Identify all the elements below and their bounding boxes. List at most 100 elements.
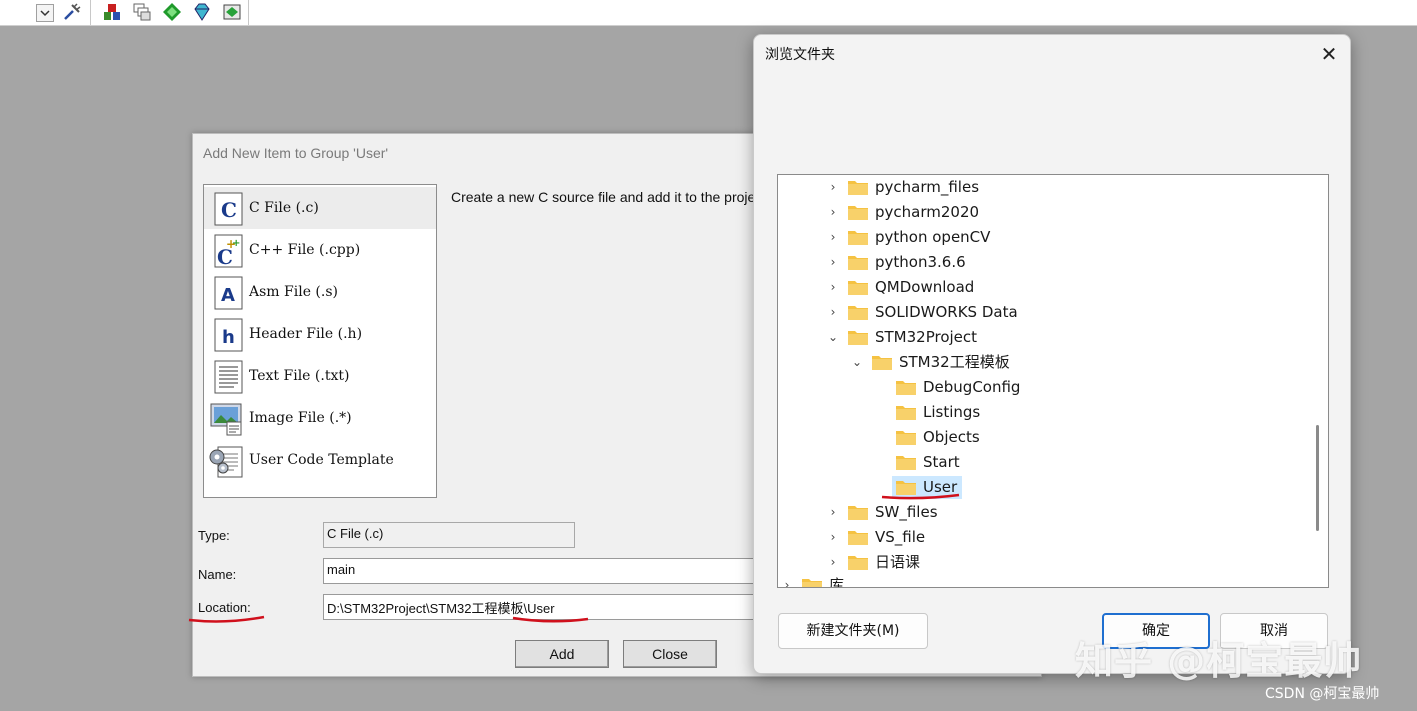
- list-item-header-file[interactable]: h Header File (.h): [204, 313, 436, 355]
- folder-icon: [848, 281, 868, 295]
- folder-icon: [896, 406, 916, 420]
- stacked-windows-icon[interactable]: [132, 2, 152, 22]
- tree-item[interactable]: › 日语课: [778, 550, 1308, 575]
- text-file-icon: [214, 360, 244, 394]
- chevron-right-icon[interactable]: ›: [826, 300, 840, 325]
- watermark: 知乎 @柯宝最帅: [1075, 639, 1363, 683]
- tools-icon[interactable]: [62, 2, 82, 22]
- chevron-down-icon[interactable]: ⌄: [850, 350, 864, 375]
- list-item-image-file[interactable]: Image File (.*): [204, 397, 436, 439]
- tree-item-label: STM32工程模板: [899, 353, 1010, 371]
- chevron-right-icon[interactable]: ›: [826, 500, 840, 525]
- tree-item-label: QMDownload: [875, 278, 975, 296]
- source-credit: CSDN @柯宝最帅: [1265, 686, 1380, 702]
- close-icon[interactable]: ✕: [1314, 39, 1344, 69]
- vertical-scrollbar[interactable]: [1316, 425, 1319, 531]
- tree-item[interactable]: › QMDownload: [778, 275, 1308, 300]
- tree-item[interactable]: › SW_files: [778, 500, 1308, 525]
- tree-item[interactable]: › SOLIDWORKS Data: [778, 300, 1308, 325]
- tree-item-label: SW_files: [875, 503, 938, 521]
- chevron-right-icon[interactable]: ›: [780, 573, 794, 587]
- svg-text:A: A: [221, 285, 235, 306]
- folder-icon: [896, 431, 916, 445]
- svg-text:h: h: [222, 327, 235, 348]
- chip-package-icon[interactable]: [222, 2, 242, 22]
- asm-file-icon: A: [214, 276, 244, 310]
- main-toolbar: [0, 0, 1417, 26]
- location-label-underline: [188, 615, 265, 623]
- tree-item[interactable]: › python openCV: [778, 225, 1308, 250]
- tree-item[interactable]: Start: [778, 450, 1308, 475]
- item-label: Asm File (.s): [249, 284, 338, 300]
- folder-icon: [848, 331, 868, 345]
- folder-icon: [848, 231, 868, 245]
- list-item-text-file[interactable]: Text File (.txt): [204, 355, 436, 397]
- chevron-down-icon[interactable]: ⌄: [826, 325, 840, 350]
- folder-icon: [872, 356, 892, 370]
- header-file-icon: h: [214, 318, 244, 352]
- folder-tree[interactable]: › pycharm_files › pycharm2020 › python o…: [777, 174, 1329, 588]
- item-label: User Code Template: [249, 452, 394, 468]
- toolbar-separator: [248, 0, 249, 25]
- item-label: C File (.c): [249, 200, 319, 216]
- list-item-user-code-template[interactable]: User Code Template: [204, 439, 436, 481]
- tree-item[interactable]: › 库: [778, 573, 1308, 587]
- folder-icon: [848, 306, 868, 320]
- chevron-right-icon[interactable]: ›: [826, 200, 840, 225]
- chevron-right-icon[interactable]: ›: [826, 525, 840, 550]
- tree-item-label: 库: [829, 576, 845, 587]
- tree-item[interactable]: ⌄ STM32工程模板: [778, 350, 1308, 375]
- folder-icon: [848, 506, 868, 520]
- folder-icon: [848, 256, 868, 270]
- tree-item[interactable]: Objects: [778, 425, 1308, 450]
- toolbar-separator: [90, 0, 91, 25]
- type-field: C File (.c): [323, 522, 575, 548]
- type-label: Type:: [198, 528, 230, 543]
- list-item-c-file[interactable]: C C File (.c): [204, 187, 436, 229]
- svg-text:+: +: [232, 238, 240, 249]
- location-path-underline: [512, 616, 589, 623]
- tree-item-label: Objects: [923, 428, 980, 446]
- browse-folder-dialog: 浏览文件夹 ✕ › pycharm_files › pycharm2020 › …: [753, 34, 1351, 674]
- tree-item[interactable]: DebugConfig: [778, 375, 1308, 400]
- tree-item-label: pycharm2020: [875, 203, 980, 221]
- dialog-title: 浏览文件夹: [765, 47, 835, 63]
- folder-icon: [896, 381, 916, 395]
- c-file-icon: C: [214, 192, 244, 226]
- chevron-right-icon[interactable]: ›: [826, 225, 840, 250]
- manage-components-icon[interactable]: [102, 2, 122, 22]
- folder-icon: [848, 206, 868, 220]
- dropdown-toggle-icon[interactable]: [36, 4, 54, 22]
- close-button[interactable]: Close: [623, 640, 717, 668]
- add-button[interactable]: Add: [515, 640, 609, 668]
- green-diamond-icon[interactable]: [162, 2, 182, 22]
- tree-item-label: DebugConfig: [923, 378, 1021, 396]
- gem-icon[interactable]: [192, 2, 212, 22]
- tree-item-label: python3.6.6: [875, 253, 966, 271]
- chevron-right-icon[interactable]: ›: [826, 250, 840, 275]
- tree-item[interactable]: ⌄ STM32Project: [778, 325, 1308, 350]
- item-label: Image File (.*): [249, 410, 352, 426]
- file-type-list[interactable]: C C File (.c) C + + C++ File (.cpp) A Asm …: [203, 184, 437, 498]
- folder-icon: [848, 556, 868, 570]
- item-description: Create a new C source file and add it to…: [451, 189, 771, 205]
- tree-item[interactable]: › VS_file: [778, 525, 1308, 550]
- folder-icon: [848, 181, 868, 195]
- tree-item-selected[interactable]: User: [778, 475, 1308, 500]
- chevron-right-icon[interactable]: ›: [826, 175, 840, 200]
- tree-item[interactable]: Listings: [778, 400, 1308, 425]
- list-item-cpp-file[interactable]: C + + C++ File (.cpp): [204, 229, 436, 271]
- tree-item[interactable]: › python3.6.6: [778, 250, 1308, 275]
- tree-item[interactable]: › pycharm_files: [778, 175, 1308, 200]
- chevron-right-icon[interactable]: ›: [826, 275, 840, 300]
- cpp-file-icon: C + +: [214, 234, 244, 269]
- chevron-right-icon[interactable]: ›: [826, 550, 840, 575]
- tree-item-label: python openCV: [875, 228, 991, 246]
- tree-item[interactable]: › pycharm2020: [778, 200, 1308, 225]
- svg-text:C: C: [221, 198, 237, 222]
- list-item-asm-file[interactable]: A Asm File (.s): [204, 271, 436, 313]
- tree-item-label: STM32Project: [875, 328, 978, 346]
- tree-item-label: 日语课: [875, 553, 921, 571]
- tree-item-label: Start: [923, 453, 960, 471]
- new-folder-button[interactable]: 新建文件夹(M): [778, 613, 928, 649]
